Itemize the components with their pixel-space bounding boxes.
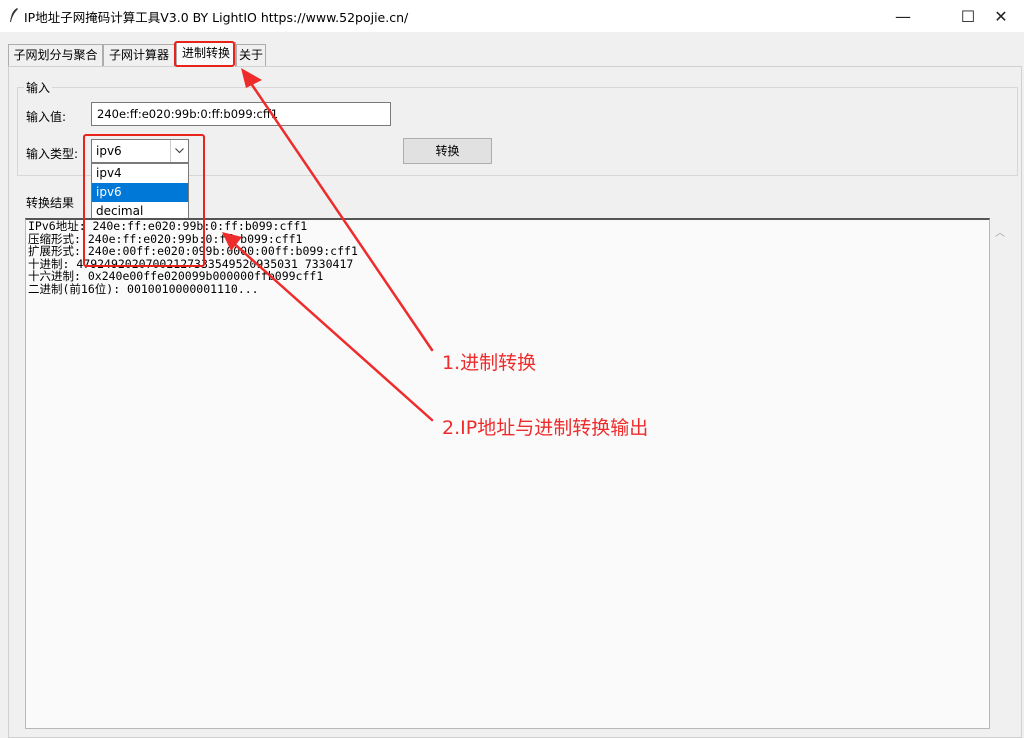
result-line-binary: 二进制(前16位): 0010010000001110... xyxy=(28,281,259,296)
tab-highlight-box xyxy=(174,41,235,67)
close-button[interactable]: ✕ xyxy=(978,0,1024,32)
annotation-step1: 1.进制转换 xyxy=(442,352,537,374)
input-frame-label: 输入 xyxy=(24,79,53,96)
result-line-hex: 十六进制: 0x240e00ffe020099b000000ffb099cff1 xyxy=(28,269,324,283)
result-scrollbar[interactable]: ︿ xyxy=(992,218,1008,729)
minimize-button[interactable]: — xyxy=(880,0,926,32)
minimize-icon: — xyxy=(895,6,911,26)
result-text-area[interactable]: IPv6地址: 240e:ff:e020:99b:0:ff:b099:cff1 … xyxy=(25,218,990,729)
scroll-up-icon[interactable]: ︿ xyxy=(995,224,1005,239)
result-frame-label: 转换结果 xyxy=(24,194,77,211)
title-bar: IP地址子网掩码计算工具V3.0 BY LightIO https://www.… xyxy=(0,0,1024,32)
maximize-icon: ☐ xyxy=(960,6,976,26)
feather-app-icon xyxy=(10,8,18,22)
window-title: IP地址子网掩码计算工具V3.0 BY LightIO https://www.… xyxy=(24,10,409,25)
input-value-text[interactable] xyxy=(92,103,392,125)
close-icon: ✕ xyxy=(994,6,1008,26)
tab-about[interactable]: 关于 xyxy=(236,44,266,66)
tab-subnet-calculator[interactable]: 子网计算器 xyxy=(103,44,175,66)
input-type-label: 输入类型: xyxy=(26,147,79,161)
input-value-label: 输入值: xyxy=(26,110,67,124)
tab-subnet-division[interactable]: 子网划分与聚合 xyxy=(8,44,103,66)
convert-button[interactable]: 转换 xyxy=(403,138,492,164)
annotation-step2: 2.IP地址与进制转换输出 xyxy=(442,417,649,439)
input-value-field[interactable] xyxy=(91,102,392,126)
dropdown-highlight-box xyxy=(83,134,205,267)
